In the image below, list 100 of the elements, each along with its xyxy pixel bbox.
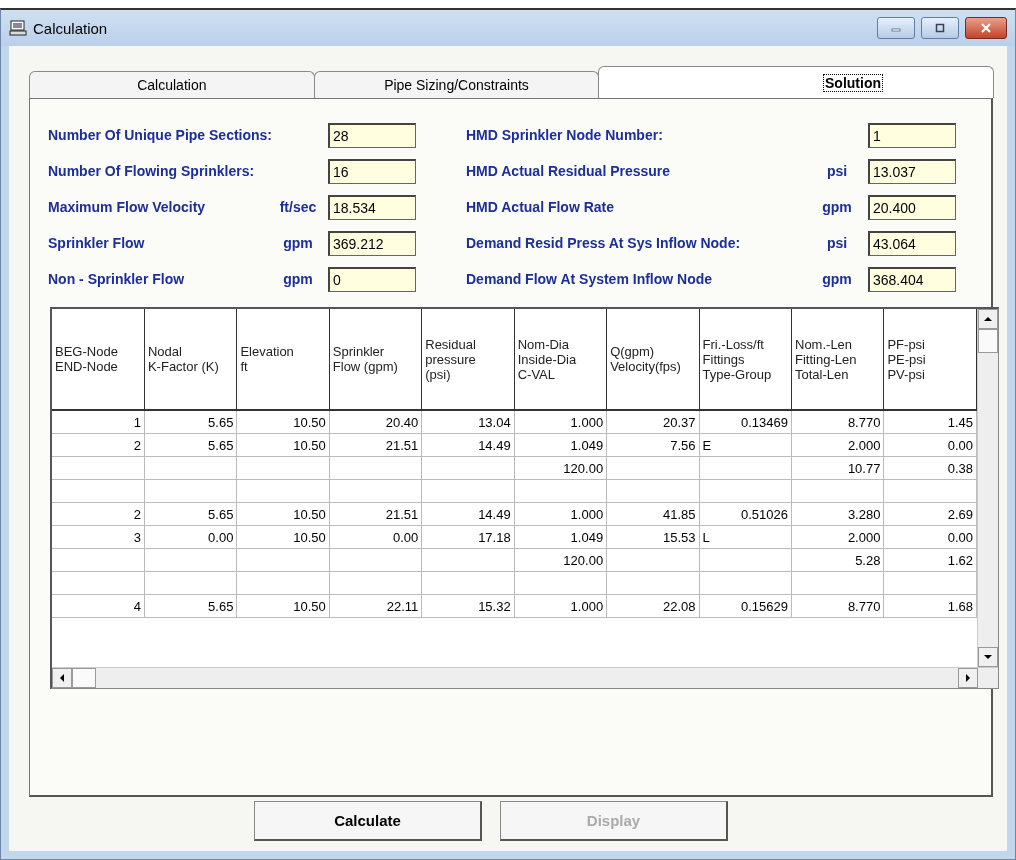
table-cell: 1.049 xyxy=(570,529,604,545)
scroll-up-button[interactable] xyxy=(978,309,998,329)
table-cell: 3 xyxy=(133,529,141,545)
table-cell: 15.32 xyxy=(478,598,511,614)
maximize-button[interactable] xyxy=(921,17,959,39)
value-field[interactable]: 13.037 xyxy=(868,158,956,184)
table-cell: 0.13469 xyxy=(741,414,788,430)
field-label: Non - Sprinkler Flow xyxy=(48,271,186,287)
value-field[interactable]: 16 xyxy=(328,158,416,184)
table-cell: 8.770 xyxy=(847,598,881,614)
value-field[interactable]: 369.212 xyxy=(328,230,416,256)
column-header: Residual pressure (psi) xyxy=(421,309,515,410)
table-cell: 5.65 xyxy=(208,414,234,430)
minimize-button[interactable] xyxy=(877,17,915,39)
table-cell: 1.62 xyxy=(947,552,973,568)
tab[interactable]: Calculation xyxy=(29,71,315,98)
value-field[interactable]: 20.400 xyxy=(868,194,956,220)
column-header: Q(gpm) Velocity(fps) xyxy=(606,309,700,410)
table-cell: 2.69 xyxy=(947,506,973,522)
column-header: Nom.-Len Fitting-Len Total-Len xyxy=(791,309,884,410)
table-cell: 21.51 xyxy=(385,437,419,453)
table-cell: 3.280 xyxy=(847,506,881,522)
tab[interactable]: Solution xyxy=(598,66,994,98)
left-arrow-icon xyxy=(58,674,66,682)
value-field[interactable]: 0 xyxy=(328,266,416,292)
table-cell: 1.45 xyxy=(947,414,973,430)
table-cell: 22.08 xyxy=(663,598,696,614)
column-header: Nom-Dia Inside-Dia C-VAL xyxy=(514,309,607,410)
table-cell: 120.00 xyxy=(563,460,604,476)
table-cell: 14.49 xyxy=(478,506,511,522)
table-cell: 2.000 xyxy=(847,529,881,545)
table-cell: 0.00 xyxy=(947,529,973,545)
field-label: Number Of Flowing Sprinklers: xyxy=(48,163,256,179)
field-label: HMD Sprinkler Node Number: xyxy=(466,127,664,143)
field-label: HMD Actual Residual Pressure xyxy=(466,163,672,179)
table-cell: 7.56 xyxy=(670,437,696,453)
scroll-right-button[interactable] xyxy=(958,668,978,688)
unit-label: ft/sec xyxy=(278,199,318,215)
unit-label: gpm xyxy=(821,199,853,215)
table-cell: 5.65 xyxy=(208,437,234,453)
table-cell: 22.11 xyxy=(386,598,419,614)
table-cell: 0.38 xyxy=(947,460,973,476)
column-header: Sprinkler Flow (gpm) xyxy=(329,309,422,410)
value-field[interactable]: 28 xyxy=(328,122,416,148)
field-label: Demand Resid Press At Sys Inflow Node: xyxy=(466,235,742,251)
table-cell: 1.68 xyxy=(947,598,973,614)
horizontal-scrollbar[interactable] xyxy=(52,667,998,688)
table-cell: 17.18 xyxy=(478,529,511,545)
table-cell: 120.00 xyxy=(563,552,604,568)
scroll-down-button[interactable] xyxy=(978,647,998,667)
table-cell: E xyxy=(702,437,712,453)
value-field[interactable]: 1 xyxy=(868,122,956,148)
table-cell: 10.50 xyxy=(293,529,326,545)
table-cell: 10.50 xyxy=(293,506,326,522)
table-cell: 20.37 xyxy=(663,414,696,430)
close-button[interactable] xyxy=(965,17,1007,39)
scroll-thumb[interactable] xyxy=(72,668,96,688)
close-icon xyxy=(981,23,991,33)
table-cell: 0.51026 xyxy=(741,506,788,522)
calculate-button[interactable]: Calculate xyxy=(254,801,482,841)
value-field[interactable]: 368.404 xyxy=(868,266,956,292)
scroll-thumb[interactable] xyxy=(978,329,998,353)
table-cell: L xyxy=(702,529,710,545)
table-cell: 1.000 xyxy=(570,598,604,614)
table-cell: 1.000 xyxy=(570,414,604,430)
table-cell: 5.65 xyxy=(208,506,234,522)
table-cell: 0.15629 xyxy=(741,598,788,614)
table-cell: 10.77 xyxy=(847,460,881,476)
table-cell: 0.00 xyxy=(208,529,234,545)
unit-label: psi xyxy=(825,235,849,251)
unit-label: gpm xyxy=(282,235,314,251)
vertical-scrollbar[interactable] xyxy=(977,309,998,667)
column-header: Fri.-Loss/ft Fittings Type-Group xyxy=(699,309,792,410)
table-cell: 4 xyxy=(133,598,141,614)
column-header: BEG-Node END-Node xyxy=(52,309,145,410)
value-field[interactable]: 18.534 xyxy=(328,194,416,220)
table-cell: 2 xyxy=(133,437,141,453)
scroll-left-button[interactable] xyxy=(52,668,72,688)
down-arrow-icon xyxy=(984,653,992,661)
table-cell: 1 xyxy=(133,414,141,430)
table-cell: 13.04 xyxy=(478,414,511,430)
field-label: Maximum Flow Velocity xyxy=(48,199,207,215)
maximize-icon xyxy=(935,23,945,33)
table-cell: 1.049 xyxy=(570,437,604,453)
unit-label: gpm xyxy=(282,271,314,287)
table-cell: 5.65 xyxy=(208,598,234,614)
table-cell: 10.50 xyxy=(293,598,326,614)
field-label: Sprinkler Flow xyxy=(48,235,146,251)
table-cell: 14.49 xyxy=(478,437,511,453)
table-cell: 5.28 xyxy=(855,552,881,568)
value-field[interactable]: 43.064 xyxy=(868,230,956,256)
table-cell: 10.50 xyxy=(293,414,326,430)
table-cell: 0.00 xyxy=(947,437,973,453)
unit-label: gpm xyxy=(821,271,853,287)
field-label: Demand Flow At System Inflow Node xyxy=(466,271,714,287)
table-cell: 2.000 xyxy=(847,437,881,453)
table-cell: 41.85 xyxy=(663,506,696,522)
table-cell: 2 xyxy=(133,506,141,522)
right-arrow-icon xyxy=(964,674,972,682)
table-cell: 15.53 xyxy=(663,529,696,545)
